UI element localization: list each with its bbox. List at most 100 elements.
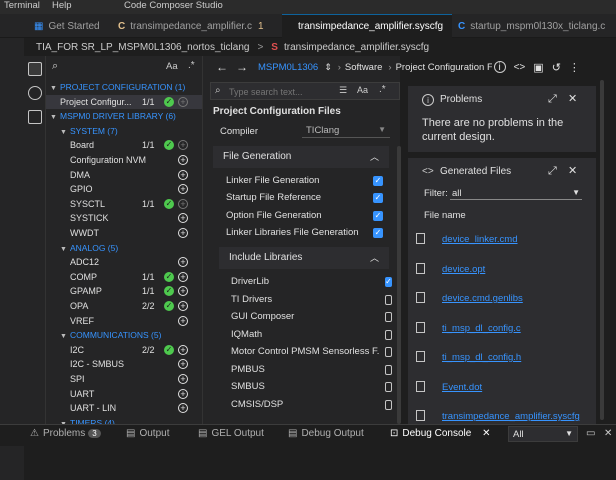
- nav-software[interactable]: Software: [345, 62, 383, 73]
- file-gen-checkbox[interactable]: ✓: [373, 176, 383, 186]
- breadcrumb-file[interactable]: transimpedance_amplifier.syscfg: [284, 42, 429, 53]
- tree-module-item[interactable]: I2C - SMBUS +: [46, 357, 202, 371]
- breadcrumb-project[interactable]: TIA_FOR SR_LP_MSPM0L1306_nortos_ticlang: [36, 42, 249, 53]
- add-instance-icon[interactable]: +: [178, 315, 188, 326]
- add-instance-icon[interactable]: +: [178, 374, 188, 384]
- list-view-icon[interactable]: [28, 62, 42, 76]
- tab-debug-console[interactable]: ⊡ Debug Console ✕: [390, 428, 491, 439]
- generated-file-link[interactable]: device_linker.cmd: [442, 234, 518, 245]
- tree-module-item[interactable]: UART +: [46, 387, 202, 401]
- expand-icon[interactable]: ⤢: [548, 93, 557, 106]
- tree-module-item[interactable]: WWDT +: [46, 226, 202, 240]
- add-instance-icon[interactable]: +: [178, 286, 188, 297]
- generated-file-link[interactable]: transimpedance_amplifier.syscfg: [442, 411, 580, 422]
- add-instance-icon[interactable]: +: [178, 301, 188, 311]
- tree-module-item[interactable]: OPA 2/2 ✓ +: [46, 299, 202, 313]
- tree-module-item[interactable]: GPIO +: [46, 182, 202, 196]
- library-checkbox[interactable]: [385, 382, 392, 392]
- tree-module-item[interactable]: SYSCTL 1/1 ✓ +: [46, 197, 202, 211]
- expand-icon[interactable]: ⤢: [548, 165, 557, 178]
- file-generation-header[interactable]: File Generation ︿: [213, 146, 389, 168]
- add-instance-icon[interactable]: +: [178, 198, 188, 209]
- device-selector[interactable]: MSPM0L1306: [258, 62, 318, 73]
- library-checkbox[interactable]: [385, 329, 392, 340]
- tab-get-started[interactable]: ▦ Get Started: [28, 14, 112, 38]
- file-gen-checkbox[interactable]: ✓: [373, 227, 383, 238]
- regex-icon[interactable]: .*: [188, 60, 195, 71]
- filter-select[interactable]: all ▼: [450, 186, 582, 200]
- add-instance-icon[interactable]: +: [178, 403, 188, 414]
- add-instance-icon[interactable]: +: [178, 213, 188, 224]
- search-icon[interactable]: ⌕: [52, 60, 58, 73]
- device-switch-icon[interactable]: ⇕: [324, 62, 332, 73]
- file-gen-checkbox[interactable]: ✓: [373, 210, 383, 221]
- config-scrollbar[interactable]: [397, 146, 401, 424]
- compiler-select[interactable]: TIClang ▼: [302, 122, 390, 138]
- generated-file-link[interactable]: device.cmd.genlibs: [442, 293, 523, 304]
- tree-module-item[interactable]: Board 1/1 ✓ +: [46, 138, 202, 152]
- close-icon[interactable]: ✕: [604, 428, 612, 439]
- add-instance-icon[interactable]: +: [178, 96, 188, 107]
- more-options-icon[interactable]: ⋮: [569, 61, 580, 74]
- library-checkbox[interactable]: [385, 364, 392, 375]
- library-checkbox[interactable]: [385, 294, 392, 305]
- tab-startup-c[interactable]: C startup_mspm0l130x_ticlang.c: [452, 14, 616, 38]
- tree-module-item[interactable]: ADC12 +: [46, 255, 202, 269]
- tree-module-item[interactable]: GPAMP 1/1 ✓ +: [46, 284, 202, 298]
- console-filter-select[interactable]: All ▼: [508, 426, 578, 442]
- tree-module-item[interactable]: DMA +: [46, 168, 202, 182]
- tab-gel-output[interactable]: ▤ GEL Output: [198, 428, 264, 439]
- add-instance-icon[interactable]: +: [178, 359, 188, 370]
- regex-icon[interactable]: .*: [379, 84, 386, 95]
- library-checkbox[interactable]: [385, 399, 392, 410]
- add-instance-icon[interactable]: +: [178, 271, 188, 282]
- generated-file-link[interactable]: device.opt: [442, 264, 485, 275]
- tree-module-item[interactable]: COMP 1/1 ✓ +: [46, 270, 202, 284]
- library-checkbox[interactable]: [385, 347, 392, 357]
- tab-transimpedance-syscfg[interactable]: transimpedance_amplifier.syscfg ✕: [282, 14, 452, 38]
- tab-debug-output[interactable]: ▤ Debug Output: [288, 428, 364, 439]
- code-view-icon[interactable]: <>: [514, 62, 526, 73]
- add-instance-icon[interactable]: +: [178, 184, 188, 195]
- tree-module-item[interactable]: SPI +: [46, 372, 202, 386]
- generated-file-link[interactable]: ti_msp_dl_config.c: [442, 323, 521, 334]
- tree-module-item[interactable]: VREF +: [46, 314, 202, 328]
- library-checkbox[interactable]: ✓: [385, 277, 392, 287]
- menu-help[interactable]: Help: [52, 0, 72, 12]
- tree-module-item[interactable]: SYSTICK +: [46, 211, 202, 225]
- add-instance-icon[interactable]: +: [178, 155, 188, 165]
- add-instance-icon[interactable]: +: [178, 388, 188, 399]
- tree-category[interactable]: ▼ ANALOG (5): [46, 241, 202, 255]
- close-icon[interactable]: ✕: [568, 164, 577, 177]
- right-scrollbar[interactable]: [600, 80, 604, 420]
- info-icon[interactable]: i: [493, 61, 506, 73]
- tree-module-item[interactable]: Configuration NVM +: [46, 153, 202, 167]
- add-instance-icon[interactable]: +: [178, 140, 188, 151]
- tree-module-item[interactable]: I2C 2/2 ✓ +: [46, 343, 202, 357]
- tree-module-item[interactable]: UART - LIN +: [46, 401, 202, 415]
- add-instance-icon[interactable]: +: [178, 344, 188, 355]
- match-case-icon[interactable]: Aa: [166, 61, 178, 72]
- config-search-input[interactable]: [229, 85, 335, 98]
- forward-icon[interactable]: →: [236, 60, 248, 74]
- menu-terminal[interactable]: Terminal: [4, 0, 40, 12]
- add-instance-icon[interactable]: +: [178, 169, 188, 180]
- tab-output[interactable]: ▤ Output: [126, 428, 169, 439]
- hierarchy-view-icon[interactable]: [28, 86, 42, 100]
- tree-category[interactable]: ▼ COMMUNICATIONS (5): [46, 328, 202, 342]
- nav-project-config-files[interactable]: Project Configuration Files: [396, 62, 492, 73]
- back-icon[interactable]: ←: [216, 60, 228, 74]
- close-icon[interactable]: ✕: [482, 428, 490, 439]
- close-icon[interactable]: ✕: [568, 92, 577, 105]
- generated-file-link[interactable]: ti_msp_dl_config.h: [442, 352, 521, 363]
- tab-transimpedance-c[interactable]: C transimpedance_amplifier.c 1: [112, 14, 282, 38]
- tree-module-item[interactable]: Project Configur... 1/1 ✓ +: [46, 94, 202, 109]
- add-instance-icon[interactable]: +: [178, 257, 188, 268]
- filter-icon[interactable]: ☰: [339, 85, 347, 96]
- tree-category[interactable]: ▼ PROJECT CONFIGURATION (1): [46, 80, 202, 94]
- file-gen-checkbox[interactable]: ✓: [373, 193, 383, 204]
- include-libraries-header[interactable]: Include Libraries ︿: [219, 247, 389, 269]
- tree-category[interactable]: ▼TIMERS (4): [46, 416, 202, 424]
- library-checkbox[interactable]: [385, 312, 392, 322]
- board-view-icon[interactable]: [28, 110, 42, 124]
